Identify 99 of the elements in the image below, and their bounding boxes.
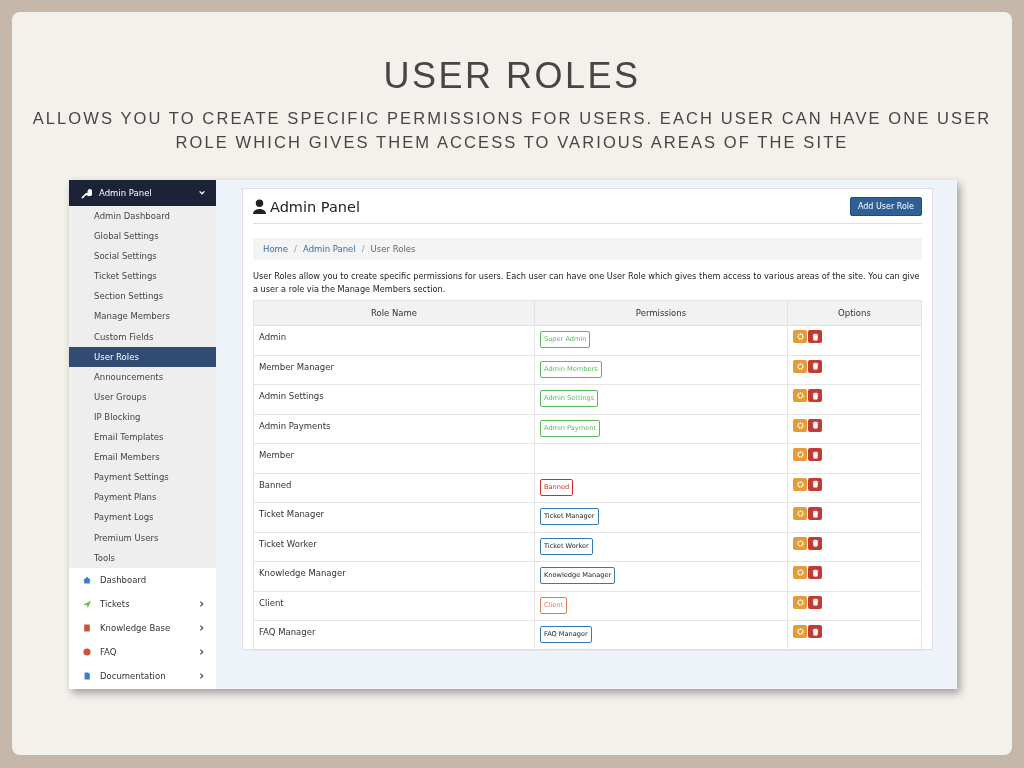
sidebar-item[interactable]: User Groups [69,386,216,407]
gear-icon [796,421,804,429]
trash-icon [811,509,819,518]
nav-label: Dashboard [100,574,148,585]
sidebar-item[interactable]: Email Members [69,447,216,468]
breadcrumb-separator: / [294,244,297,254]
nav-row[interactable]: Knowledge Base [69,615,216,640]
table-cell: Knowledge Manager [253,561,535,591]
slide-subtitle: ALLOWS YOU TO CREATE SPECIFIC PERMISSIONS FOR USERS. EACH USER CAN HAVE ONE USER ROLE WHICH GIVES THEM ACCESS TO VARIOUS AREAS OF THE SITE [32,108,992,153]
delete-button[interactable] [808,625,822,638]
table-cell: Ticket Worker [253,532,535,562]
nav-row[interactable]: Tickets [69,591,216,616]
trash-icon [811,627,819,636]
trash-icon [811,539,819,547]
table-cell: FAQ Manager [253,620,535,650]
table-cell: Admin [253,325,535,355]
nav-row[interactable]: Documentation [69,663,216,688]
sidebar-item[interactable]: Manage Members [69,306,216,327]
column-header: Permissions [534,300,788,326]
trash-icon [811,598,819,606]
sidebar-item[interactable]: User Roles [69,346,216,367]
table-cell: Banned [253,473,535,503]
table-cell: Admin Settings [253,384,535,414]
trash-icon [811,568,819,577]
sidebar-item[interactable]: Tools [69,547,216,568]
chevron-icon [198,189,206,197]
column-header: Options [787,300,922,326]
section-label: Admin Panel [99,188,153,198]
chevron-icon [198,599,206,608]
breadcrumb-item: User Roles [370,244,416,254]
sidebar-item[interactable]: Section Settings [69,286,216,307]
nav-row[interactable]: Dashboard [69,567,216,592]
chevron-icon [198,647,206,656]
nav-label: Documentation [100,670,167,681]
paper-plane-icon [83,599,91,608]
sidebar-item[interactable]: Email Templates [69,427,216,448]
gear-icon [796,598,804,606]
nav-label: Tickets [100,598,131,609]
sidebar-item[interactable]: Custom Fields [69,326,216,347]
sidebar-item[interactable]: Premium Users [69,527,216,548]
breadcrumb-separator: / [361,244,365,254]
breadcrumb-item[interactable]: Home [263,244,289,254]
sidebar-section[interactable]: Admin Panel [69,180,216,206]
delete-button[interactable] [808,330,822,343]
sidebar-item[interactable]: Admin Dashboard [69,206,216,227]
user-icon [253,199,266,214]
sidebar-item[interactable]: Announcements [69,366,216,387]
nav-label: FAQ [100,646,118,657]
description-text: User Roles allow you to create specific permissions for users. Each user can have one User Role which gives them access to various areas of the site. You can give a user a role via the Manage Members section. [253,270,921,296]
trash-icon [811,450,819,459]
panel-title: Admin Panel [270,198,361,215]
table-cell: Member [253,443,535,473]
gear-icon [796,628,804,635]
delete-button[interactable] [808,566,822,579]
delete-button[interactable] [808,477,822,491]
delete-button[interactable] [808,359,822,373]
nav-row[interactable]: FAQ [69,639,216,664]
trash-icon [811,421,819,429]
gear-icon [796,392,804,399]
gear-icon [796,333,804,340]
trash-icon [811,480,819,488]
sidebar-item[interactable]: Payment Settings [69,467,216,488]
delete-button[interactable] [808,507,822,520]
delete-button[interactable] [808,448,822,461]
wrench-icon [81,187,92,199]
sidebar-item[interactable]: Global Settings [69,226,216,247]
chevron-icon [198,671,206,680]
house-icon [83,575,91,584]
column-header: Role Name [253,300,535,326]
delete-button[interactable] [808,418,822,432]
table-cell: Client [253,591,535,621]
sidebar-item[interactable]: IP Blocking [69,406,216,428]
table-cell: Admin Payments [253,414,535,444]
sidebar-item[interactable]: Payment Logs [69,507,216,528]
add-user-role-button[interactable]: Add User Role [849,197,922,216]
slide-title: USER ROLES [383,54,641,98]
table-cell: Ticket Manager [253,502,535,532]
delete-button[interactable] [808,595,822,609]
gear-icon [796,569,804,576]
gear-icon [796,510,804,517]
gear-icon [796,362,804,370]
delete-button[interactable] [808,536,822,550]
gear-icon [796,451,804,458]
trash-icon [811,332,819,341]
sidebar-item[interactable]: Social Settings [69,246,216,267]
gear-icon [796,539,804,547]
table-cell: Member Manager [253,355,535,385]
trash-icon [811,362,819,370]
nav-label: Knowledge Base [100,622,172,633]
book-icon [83,623,91,632]
breadcrumb-item[interactable]: Admin Panel [303,244,356,254]
gear-icon [796,480,804,488]
sidebar-item[interactable]: Payment Plans [69,487,216,508]
trash-icon [811,391,819,400]
sidebar-item[interactable]: Ticket Settings [69,266,216,287]
delete-button[interactable] [808,389,822,402]
info-icon [83,647,91,656]
document-icon [83,671,91,680]
chevron-icon [198,623,206,632]
